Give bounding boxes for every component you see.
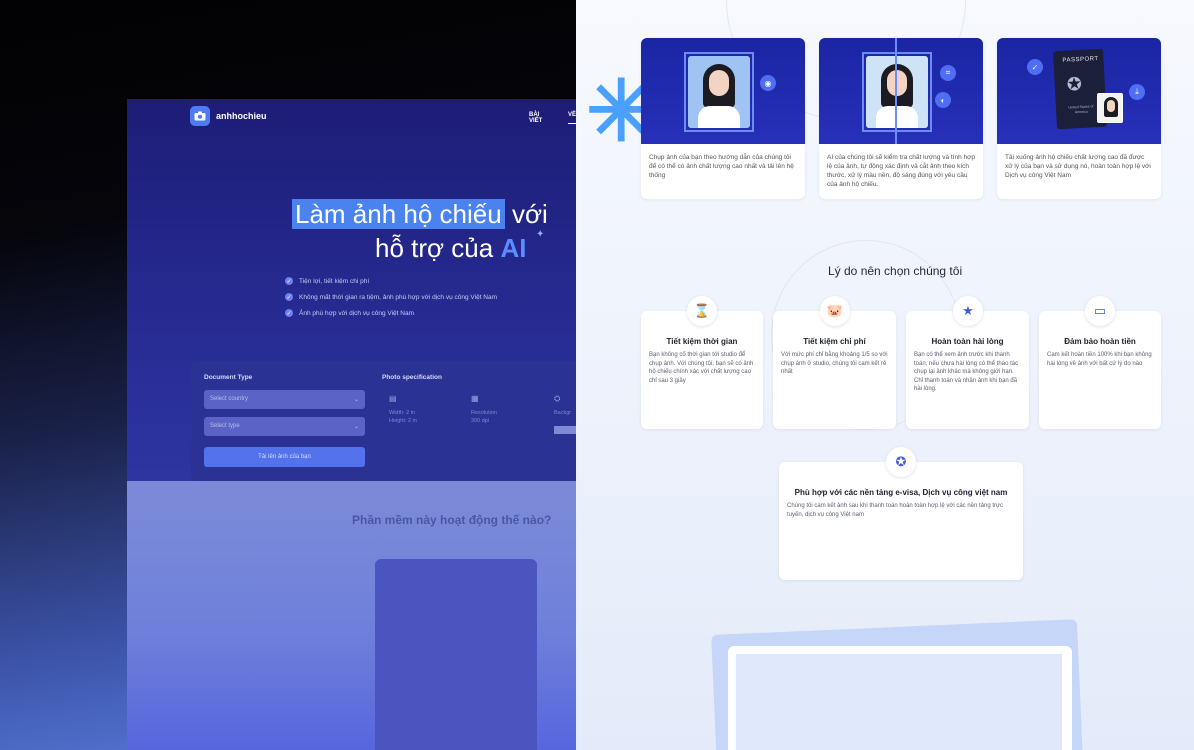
country-placeholder: Select country xyxy=(210,396,249,402)
height-value: Height: 2 in xyxy=(389,418,417,424)
piggy-bank-icon: 🐷 xyxy=(820,296,850,326)
type-select[interactable]: Select type ⌄ xyxy=(204,417,365,436)
step-text: AI của chúng tôi sẽ kiểm tra chất lượng … xyxy=(827,154,976,188)
reason-desc: Với mức phí chỉ bằng khoảng 1/5 so với c… xyxy=(781,352,888,375)
resolution-spec: ▦ Resolution 300 dpi xyxy=(471,395,497,425)
step-text: Chụp ảnh của bạn theo hướng dẫn của chún… xyxy=(649,154,794,179)
hero-title-line1: Làm ảnh hộ chiếu với xyxy=(292,199,548,230)
device-mockup xyxy=(728,646,1072,750)
paint-icon: ⛭ xyxy=(554,394,561,403)
benefit-text: Không mất thời gian ra tiệm, ảnh phù hợp… xyxy=(299,293,498,301)
size-icon: ▤ xyxy=(389,394,397,403)
passport-title: PASSPORT xyxy=(1062,55,1099,64)
benefit-text: Ảnh phù hợp với dịch vụ công Việt Nam xyxy=(299,309,414,317)
eagle-seal-icon: ✪ xyxy=(1066,73,1083,95)
country-select[interactable]: Select country ⌄ xyxy=(204,390,365,409)
reason-title: Tiết kiệm thời gian xyxy=(666,337,738,346)
reason-title: Đảm bảo hoàn tiền xyxy=(1064,337,1136,346)
type-placeholder: Select type xyxy=(210,423,240,429)
device-screen xyxy=(736,654,1062,750)
background-label: Backgr xyxy=(554,410,572,416)
resolution-value: 300 dpi xyxy=(471,418,490,424)
benefit-item: ✓ Không mất thời gian ra tiệm, ảnh phù hợ… xyxy=(285,293,497,301)
step-card-ai: ⌗ ◐ AI của chúng tôi sẽ kiểm tra chất lư… xyxy=(819,38,983,199)
nav-item-about[interactable]: VỀ xyxy=(567,112,576,124)
benefit-item: ✓ Ảnh phù hợp với dịch vụ công Việt Nam xyxy=(285,309,497,317)
camera-icon: ◉ xyxy=(760,75,776,91)
hero-title-line2: hỗ trợ của AI xyxy=(375,233,526,264)
stars-icon: ★ xyxy=(953,296,983,326)
upload-form: Document Type Select country ⌄ Select typ… xyxy=(191,361,576,481)
reason-desc: Chúng tôi cam kết ảnh sau khi thanh toán… xyxy=(787,503,1004,518)
reason-title: Tiết kiệm chi phí xyxy=(803,337,866,346)
logo-text: anhhochieu xyxy=(216,111,267,121)
step-text: Tải xuống ảnh hộ chiếu chất lượng cao đã… xyxy=(1005,154,1151,179)
check-icon: ✓ xyxy=(285,309,293,317)
reason-card-compatibility: ✪ Phù hợp với các nền tảng e-visa, Dịch … xyxy=(779,447,1023,580)
step-card-capture: ◉ Chụp ảnh của bạn theo hướng dẫn của ch… xyxy=(641,38,805,199)
benefit-text: Tiện lợi, tiết kiệm chi phí xyxy=(299,277,370,285)
step-card-download: ✓ PASSPORT ✪ United States of America ⤓ … xyxy=(997,38,1161,199)
hero-highlight: Làm ảnh hộ chiếu xyxy=(292,199,505,229)
crop-icon: ⌗ xyxy=(940,65,956,81)
reason-desc: Cam kết hoàn tiền 100% khi bạn không hài… xyxy=(1047,352,1152,367)
benefit-list: ✓ Tiện lợi, tiết kiệm chi phí ✓ Không mất … xyxy=(285,277,497,325)
how-it-works-section: Phần mềm này hoạt động thế nào? xyxy=(127,481,576,750)
check-icon: ✓ xyxy=(1027,59,1043,75)
hero-ai: AI xyxy=(500,233,527,263)
step-illustration: ✓ PASSPORT ✪ United States of America ⤓ xyxy=(997,38,1161,144)
document-type-label: Document Type xyxy=(204,374,253,381)
nav-item-articles[interactable]: BÀI VIẾT xyxy=(529,112,554,124)
verified-badge-icon: ✪ xyxy=(886,447,916,477)
top-nav: BÀI VIẾT VỀ xyxy=(529,112,576,124)
why-title: Lý do nên chọn chúng tôi xyxy=(828,264,963,278)
background-color-swatch xyxy=(554,426,576,434)
step-illustration: ⌗ ◐ xyxy=(819,38,983,144)
photo-spec-label: Photo specification xyxy=(382,374,442,381)
background-spec: ⛭ Backgr xyxy=(554,395,571,417)
reason-card-refund: ▭ Đảm bảo hoàn tiền Cam kết hoàn tiền 10… xyxy=(1039,296,1161,429)
reason-desc: Bạn có thể xem ảnh trước khi thanh toán,… xyxy=(914,352,1019,392)
reason-card-cost: 🐷 Tiết kiệm chi phí Với mức phí chỉ bằng… xyxy=(773,296,896,429)
contrast-icon: ◐ xyxy=(935,92,951,108)
homepage-preview: anhhochieu BÀI VIẾT VỀ Làm ảnh hộ chiếu … xyxy=(127,99,576,750)
demo-video[interactable] xyxy=(375,559,537,750)
how-it-works-title: Phần mềm này hoạt động thế nào? xyxy=(352,513,552,527)
resolution-label: Resolution xyxy=(471,410,497,416)
passport-issuer: United States of America xyxy=(1068,104,1094,115)
width-value: Width: 2 in xyxy=(389,410,415,416)
portrait-photo xyxy=(866,56,928,128)
passport-photo xyxy=(1097,93,1123,123)
hero-line2-prefix: hỗ trợ của xyxy=(375,233,494,263)
chevron-down-icon: ⌄ xyxy=(353,397,359,403)
camera-icon xyxy=(190,106,210,126)
resolution-icon: ▦ xyxy=(471,394,479,403)
scan-line xyxy=(895,38,897,144)
sparkle-icon: ✦ xyxy=(536,229,545,240)
check-icon: ✓ xyxy=(285,293,293,301)
reason-desc: Bạn không cố thời gian tới studio để chụ… xyxy=(649,352,754,384)
logo[interactable]: anhhochieu xyxy=(190,106,267,126)
reason-title: Phù hợp với các nền tảng e-visa, Dịch vụ… xyxy=(794,488,1008,497)
reason-title: Hoàn toàn hài lòng xyxy=(931,337,1004,346)
check-icon: ✓ xyxy=(285,277,293,285)
hero-line1-rest: với xyxy=(511,199,548,229)
download-icon[interactable]: ⤓ xyxy=(1129,84,1145,100)
hourglass-icon: ⌛ xyxy=(687,296,717,326)
credit-card-shield-icon: ▭ xyxy=(1085,296,1115,326)
step-illustration: ◉ xyxy=(641,38,805,144)
reason-card-time: ⌛ Tiết kiệm thời gian Bạn không cố thời … xyxy=(641,296,763,429)
benefit-item: ✓ Tiện lợi, tiết kiệm chi phí xyxy=(285,277,497,285)
chevron-down-icon: ⌄ xyxy=(353,424,359,430)
portrait-photo xyxy=(688,56,750,128)
reason-card-satisfaction: ★ Hoàn toàn hài lòng Bạn có thể xem ảnh … xyxy=(906,296,1029,429)
size-spec: ▤ Width: 2 in Height: 2 in xyxy=(389,395,417,425)
upload-button[interactable]: Tải lên ảnh của bạn xyxy=(204,447,365,467)
